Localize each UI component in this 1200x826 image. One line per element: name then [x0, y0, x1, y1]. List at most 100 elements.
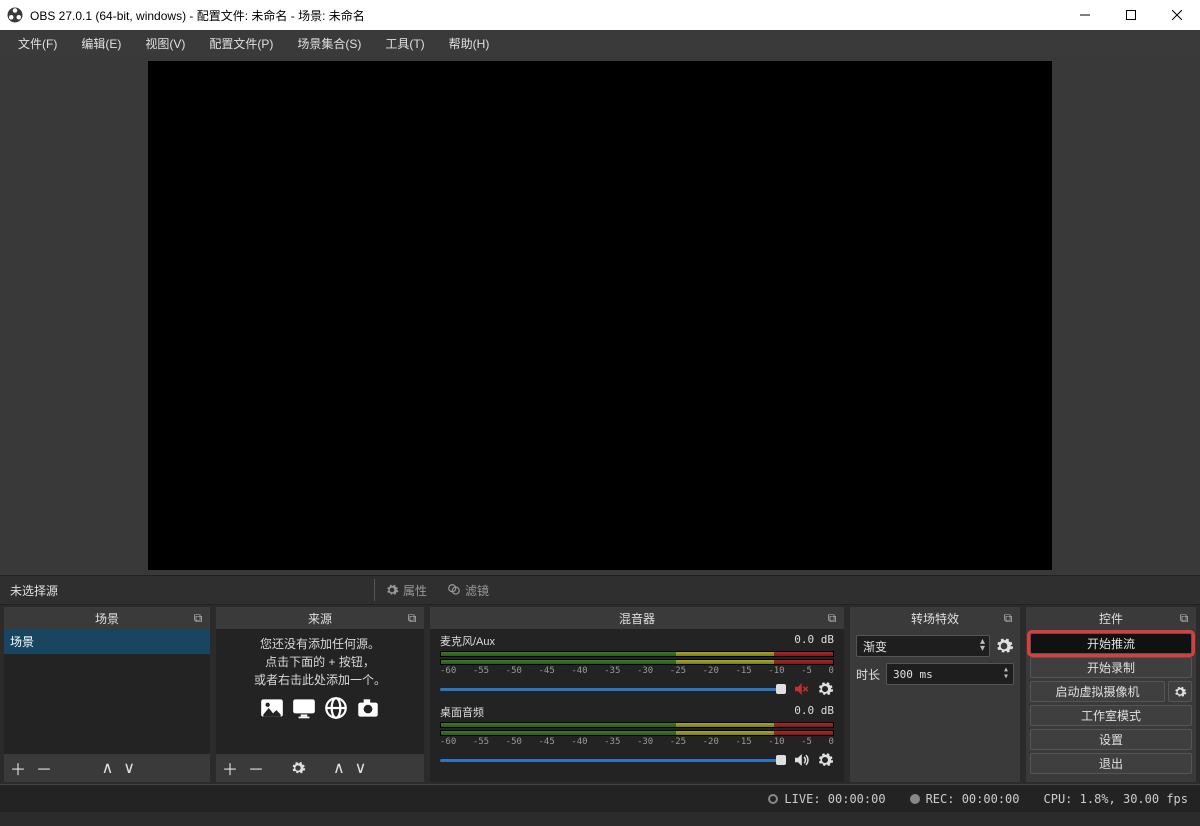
add-source-button[interactable]: ＋: [222, 756, 238, 780]
display-source-icon: [291, 695, 317, 721]
sources-header: 来源 ⧉: [216, 607, 424, 629]
sources-hint-1: 您还没有添加任何源。: [226, 635, 414, 653]
desktop-label: 桌面音频: [440, 704, 484, 720]
live-indicator-icon: [768, 794, 778, 804]
menu-help[interactable]: 帮助(H): [437, 31, 502, 56]
speaker-icon[interactable]: [792, 751, 810, 769]
camera-source-icon: [355, 695, 381, 721]
image-source-icon: [259, 695, 285, 721]
desktop-meter-2: [440, 730, 834, 736]
preview-canvas[interactable]: [148, 61, 1052, 570]
scenes-header: 场景 ⧉: [4, 607, 210, 629]
transitions-panel: 转场特效 ⧉ 渐变 ▴▾ 时长 300 ms ▴▾: [850, 607, 1020, 782]
studio-mode-button[interactable]: 工作室模式: [1030, 705, 1192, 726]
mixer-title: 混音器: [619, 610, 655, 627]
sources-toolbar: ＋ － ∧ ∨: [216, 754, 424, 782]
status-cpu: CPU: 1.8%, 30.00 fps: [1044, 792, 1189, 806]
remove-scene-button[interactable]: －: [36, 756, 52, 780]
menu-scene-collection[interactable]: 场景集合(S): [285, 31, 373, 56]
mic-label: 麦克风/Aux: [440, 633, 495, 649]
desktop-meter: [440, 722, 834, 728]
transitions-body: 渐变 ▴▾ 时长 300 ms ▴▾: [850, 629, 1020, 782]
duration-value: 300 ms: [893, 668, 933, 681]
transition-selected: 渐变: [863, 638, 887, 655]
menu-tools[interactable]: 工具(T): [373, 31, 436, 56]
mixer-channel-desktop: 桌面音频 0.0 dB -60-55-50-45-40-35-30-25-20-…: [430, 700, 844, 771]
close-button[interactable]: [1154, 0, 1200, 30]
bottom-docks: 场景 ⧉ 场景 ＋ － ∧ ∨ 来源 ⧉ 您还没有添加任何源。 点击下面的 + …: [0, 605, 1200, 784]
minimize-button[interactable]: [1062, 0, 1108, 30]
scene-up-button[interactable]: ∧: [102, 758, 114, 778]
menu-view[interactable]: 视图(V): [133, 31, 197, 56]
popout-icon[interactable]: ⧉: [190, 610, 206, 626]
scene-item[interactable]: 场景: [4, 629, 210, 654]
mic-ticks: -60-55-50-45-40-35-30-25-20-15-10-50: [440, 666, 834, 676]
properties-button[interactable]: 属性: [375, 582, 437, 599]
transitions-header: 转场特效 ⧉: [850, 607, 1020, 629]
popout-icon[interactable]: ⧉: [824, 610, 840, 626]
start-recording-button[interactable]: 开始录制: [1030, 657, 1192, 678]
live-text: LIVE: 00:00:00: [784, 792, 885, 806]
gear-icon[interactable]: [994, 636, 1014, 656]
speaker-muted-icon[interactable]: [792, 680, 810, 698]
app-icon: [6, 6, 24, 24]
rec-indicator-icon: [910, 794, 920, 804]
desktop-ticks: -60-55-50-45-40-35-30-25-20-15-10-50: [440, 737, 834, 747]
source-toolbar: 未选择源 属性 滤镜: [0, 575, 1200, 605]
desktop-db: 0.0 dB: [794, 704, 834, 720]
popout-icon[interactable]: ⧉: [1000, 610, 1016, 626]
chevron-updown-icon: ▴▾: [980, 638, 985, 652]
duration-input[interactable]: 300 ms ▴▾: [886, 663, 1014, 685]
sources-hint-3: 或者右击此处添加一个。: [226, 671, 414, 689]
exit-button[interactable]: 退出: [1030, 753, 1192, 774]
controls-panel: 控件 ⧉ 开始推流 开始录制 启动虚拟摄像机 工作室模式 设置 退出: [1026, 607, 1196, 782]
menu-bar: 文件(F) 编辑(E) 视图(V) 配置文件(P) 场景集合(S) 工具(T) …: [0, 30, 1200, 56]
source-props-button[interactable]: [290, 760, 306, 776]
no-source-selected-label: 未选择源: [0, 582, 68, 599]
controls-body: 开始推流 开始录制 启动虚拟摄像机 工作室模式 设置 退出: [1026, 629, 1196, 782]
controls-title: 控件: [1099, 610, 1123, 627]
gear-icon: [385, 583, 399, 597]
mic-meter-2: [440, 659, 834, 665]
menu-edit[interactable]: 编辑(E): [69, 31, 133, 56]
window-titlebar: OBS 27.0.1 (64-bit, windows) - 配置文件: 未命名…: [0, 0, 1200, 30]
scenes-toolbar: ＋ － ∧ ∨: [4, 754, 210, 782]
mic-db: 0.0 dB: [794, 633, 834, 649]
scene-down-button[interactable]: ∨: [123, 758, 135, 778]
gear-icon[interactable]: [816, 680, 834, 698]
start-virtual-camera-button[interactable]: 启动虚拟摄像机: [1030, 681, 1165, 702]
add-scene-button[interactable]: ＋: [10, 756, 26, 780]
settings-button[interactable]: 设置: [1030, 729, 1192, 750]
popout-icon[interactable]: ⧉: [404, 610, 420, 626]
popout-icon[interactable]: ⧉: [1176, 610, 1192, 626]
filters-button[interactable]: 滤镜: [437, 582, 499, 599]
scenes-panel: 场景 ⧉ 场景 ＋ － ∧ ∨: [4, 607, 210, 782]
mixer-panel: 混音器 ⧉ 麦克风/Aux 0.0 dB -60-55-50-45-40-35-…: [430, 607, 844, 782]
mixer-body: 麦克风/Aux 0.0 dB -60-55-50-45-40-35-30-25-…: [430, 629, 844, 782]
sources-list[interactable]: 您还没有添加任何源。 点击下面的 + 按钮， 或者右击此处添加一个。: [216, 629, 424, 754]
menu-profile[interactable]: 配置文件(P): [197, 31, 285, 56]
desktop-volume-slider[interactable]: [440, 755, 786, 765]
cpu-text: CPU: 1.8%, 30.00 fps: [1044, 792, 1189, 806]
status-rec: REC: 00:00:00: [910, 792, 1020, 806]
maximize-button[interactable]: [1108, 0, 1154, 30]
window-title: OBS 27.0.1 (64-bit, windows) - 配置文件: 未命名…: [30, 7, 1062, 24]
preview-area: [0, 56, 1200, 575]
scenes-list[interactable]: 场景: [4, 629, 210, 754]
virtual-camera-settings-button[interactable]: [1168, 681, 1192, 702]
duration-label: 时长: [856, 666, 880, 683]
mic-meter: [440, 651, 834, 657]
controls-header: 控件 ⧉: [1026, 607, 1196, 629]
gear-icon[interactable]: [816, 751, 834, 769]
source-type-icons: [216, 695, 424, 721]
browser-source-icon: [323, 695, 349, 721]
remove-source-button[interactable]: －: [248, 756, 264, 780]
source-down-button[interactable]: ∨: [355, 758, 367, 778]
mic-volume-slider[interactable]: [440, 684, 786, 694]
chevron-updown-icon: ▴▾: [1003, 666, 1009, 680]
properties-label: 属性: [403, 582, 427, 599]
source-up-button[interactable]: ∧: [333, 758, 345, 778]
menu-file[interactable]: 文件(F): [6, 31, 69, 56]
start-streaming-button[interactable]: 开始推流: [1030, 633, 1192, 654]
transition-select[interactable]: 渐变 ▴▾: [856, 635, 990, 657]
